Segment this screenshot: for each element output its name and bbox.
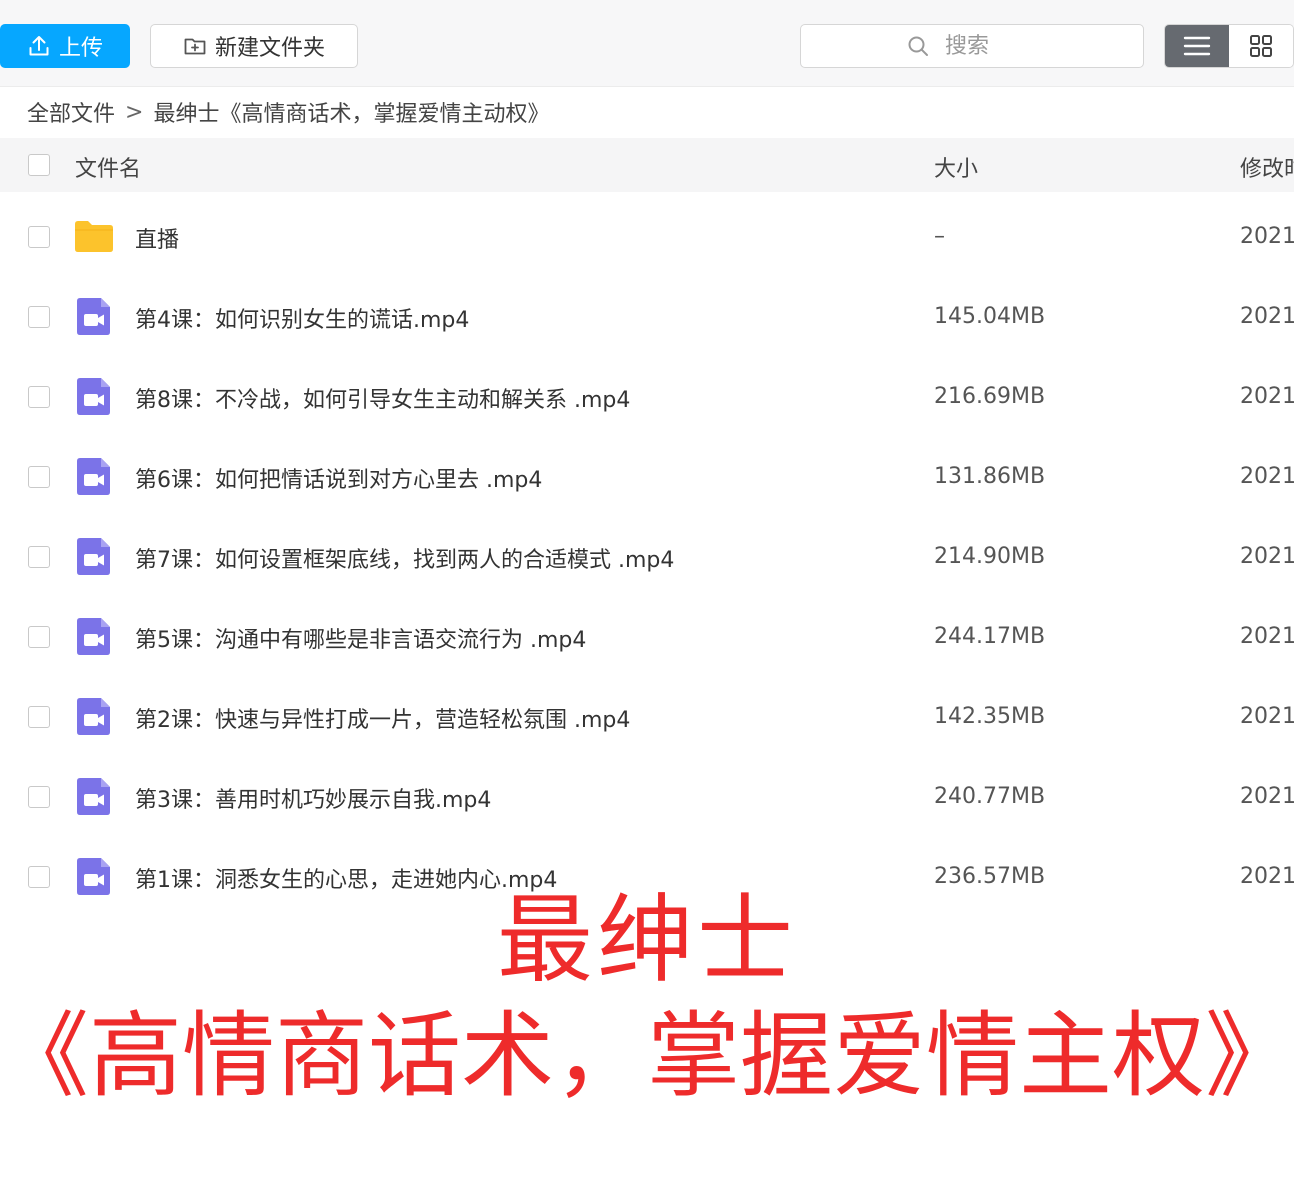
video-file-icon <box>74 536 114 576</box>
row-checkbox[interactable] <box>28 226 50 248</box>
file-date: 2021 <box>1240 544 1294 569</box>
file-date: 2021 <box>1240 224 1294 249</box>
list-view-button[interactable] <box>1165 25 1229 67</box>
grid-view-icon <box>1249 34 1273 58</box>
file-date: 2021 <box>1240 464 1294 489</box>
column-header-name[interactable]: 文件名 <box>75 151 141 183</box>
column-header-size[interactable]: 大小 <box>934 151 978 183</box>
row-checkbox[interactable] <box>28 626 50 648</box>
column-header-date[interactable]: 修改时间 <box>1240 151 1294 183</box>
select-all-checkbox[interactable] <box>28 154 50 176</box>
video-file-icon <box>74 616 114 656</box>
file-name[interactable]: 第6课：如何把情话说到对方心里去 .mp4 <box>135 462 542 494</box>
file-size: – <box>934 224 945 249</box>
file-name[interactable]: 第8课：不冷战，如何引导女生主动和解关系 .mp4 <box>135 382 630 414</box>
file-name[interactable]: 第2课：快速与异性打成一片，营造轻松氛围 .mp4 <box>135 702 630 734</box>
table-row[interactable]: 第2课：快速与异性打成一片，营造轻松氛围 .mp4 142.35MB 2021 <box>0 677 1294 757</box>
overlay-title: 最绅士 <box>497 884 797 996</box>
upload-label: 上传 <box>58 36 103 61</box>
file-size: 214.90MB <box>934 544 1046 569</box>
file-size: 244.17MB <box>934 624 1046 649</box>
breadcrumb-current: 最绅士《高情商话术，掌握爱情主动权》 <box>153 102 550 127</box>
new-folder-label: 新建文件夹 <box>214 36 325 61</box>
file-name[interactable]: 直播 <box>135 222 179 254</box>
video-file-icon <box>74 776 114 816</box>
table-row[interactable]: 第6课：如何把情话说到对方心里去 .mp4 131.86MB 2021 <box>0 437 1294 517</box>
overlay-subtitle: 《高情商话术，掌握爱情主权》 <box>0 1002 1294 1110</box>
new-folder-icon <box>183 34 207 58</box>
row-checkbox[interactable] <box>28 466 50 488</box>
new-folder-button[interactable]: 新建文件夹 <box>150 24 358 68</box>
file-date: 2021 <box>1240 304 1294 329</box>
table-row[interactable]: 第5课：沟通中有哪些是非言语交流行为 .mp4 244.17MB 2021 <box>0 597 1294 677</box>
file-date: 2021 <box>1240 784 1294 809</box>
file-size: 216.69MB <box>934 384 1046 409</box>
table-row[interactable]: 第4课：如何识别女生的谎话.mp4 145.04MB 2021 <box>0 277 1294 357</box>
file-date: 2021 <box>1240 704 1294 729</box>
file-name[interactable]: 第5课：沟通中有哪些是非言语交流行为 .mp4 <box>135 622 586 654</box>
row-checkbox[interactable] <box>28 786 50 808</box>
file-size: 240.77MB <box>934 784 1046 809</box>
file-name[interactable]: 第3课：善用时机巧妙展示自我.mp4 <box>135 782 491 814</box>
search-box[interactable] <box>800 24 1144 68</box>
file-size: 131.86MB <box>934 464 1046 489</box>
file-size: 142.35MB <box>934 704 1046 729</box>
row-checkbox[interactable] <box>28 386 50 408</box>
row-checkbox[interactable] <box>28 706 50 728</box>
video-file-icon <box>74 696 114 736</box>
table-row[interactable]: 第3课：善用时机巧妙展示自我.mp4 240.77MB 2021 <box>0 757 1294 837</box>
list-view-icon <box>1183 35 1211 57</box>
video-file-icon <box>74 456 114 496</box>
file-date: 2021 <box>1240 384 1294 409</box>
upload-button[interactable]: 上传 <box>0 24 130 68</box>
table-row[interactable]: 第7课：如何设置框架底线，找到两人的合适模式 .mp4 214.90MB 2021 <box>0 517 1294 597</box>
search-input[interactable] <box>943 32 1037 60</box>
folder-icon <box>74 216 114 256</box>
file-name[interactable]: 第7课：如何设置框架底线，找到两人的合适模式 .mp4 <box>135 542 674 574</box>
row-checkbox[interactable] <box>28 546 50 568</box>
upload-icon <box>27 34 51 58</box>
file-date: 2021 <box>1240 624 1294 649</box>
breadcrumb-separator: > <box>125 99 144 125</box>
view-toggle <box>1164 24 1294 68</box>
row-checkbox[interactable] <box>28 306 50 328</box>
video-file-icon <box>74 296 114 336</box>
file-table-header: 文件名 大小 修改时间 <box>0 138 1294 192</box>
search-icon <box>907 35 929 57</box>
grid-view-button[interactable] <box>1229 25 1293 67</box>
breadcrumb: 全部文件 > 最绅士《高情商话术，掌握爱情主动权》 <box>27 94 549 130</box>
video-file-icon <box>74 376 114 416</box>
file-name[interactable]: 第4课：如何识别女生的谎话.mp4 <box>135 302 469 334</box>
breadcrumb-root[interactable]: 全部文件 <box>27 96 115 128</box>
table-row[interactable]: 第8课：不冷战，如何引导女生主动和解关系 .mp4 216.69MB 2021 <box>0 357 1294 437</box>
toolbar: 上传 新建文件夹 <box>0 0 1294 87</box>
table-row[interactable]: 直播 – 2021 <box>0 197 1294 277</box>
file-size: 145.04MB <box>934 304 1046 329</box>
